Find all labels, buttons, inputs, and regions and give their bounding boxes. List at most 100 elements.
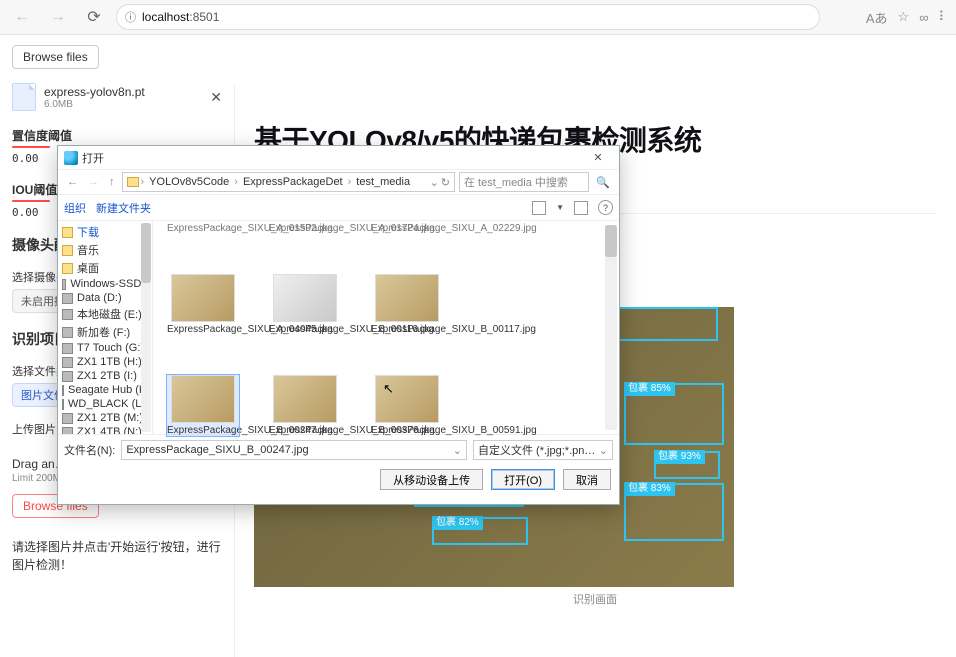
thumbnail-label: ExpressPackage_SIXU_A_01724.jpg	[269, 223, 341, 234]
thumbnail-image	[273, 375, 337, 423]
browse-button-top[interactable]: Browse files	[12, 45, 99, 69]
thumbnail-image	[171, 274, 235, 322]
crumb-2[interactable]: test_media	[353, 176, 413, 188]
tree-label: Seagate Hub (K:	[68, 384, 149, 396]
conf-heading: 置信度阈值	[12, 127, 222, 144]
file-thumbnail[interactable]: ExpressPackage_SIXU_B_00376.jpg	[269, 375, 341, 436]
path-forward-icon[interactable]: →	[85, 176, 102, 188]
thumbnail-label: ExpressPackage_SIXU_A_04045.jpg	[167, 324, 239, 335]
tree-label: 下载	[77, 224, 99, 240]
url-host: localhost	[142, 10, 189, 24]
tree-node[interactable]: T7 Touch (G:)	[60, 341, 150, 355]
tree-node[interactable]: Data (D:)	[60, 291, 150, 305]
tree-label: WD_BLACK (L:)	[68, 398, 148, 410]
info-icon: ⓘ	[125, 9, 136, 25]
filename-input[interactable]: ExpressPackage_SIXU_B_00247.jpg ⌄	[121, 440, 467, 460]
refresh-icon[interactable]: ⟳	[80, 3, 108, 31]
file-thumbnail[interactable]: ExpressPackage_SIXU_B_00591.jpg	[371, 375, 443, 436]
file-thumbnail[interactable]: ExpressPackage_SIXU_B_00247.jpg	[167, 375, 239, 436]
infinity-icon[interactable]: ∞	[919, 10, 928, 25]
drive-icon	[62, 385, 64, 396]
view-icon[interactable]	[532, 201, 546, 215]
dialog-icon	[64, 151, 78, 165]
thumbnail-image	[171, 375, 235, 423]
tree-node[interactable]: Seagate Hub (K:	[60, 383, 150, 397]
folder-tree[interactable]: 下载音乐桌面 Windows-SSD ( Data (D:) 本地磁盘 (E:)新加卷…	[58, 221, 153, 434]
remove-file-icon[interactable]: ✕	[210, 89, 222, 106]
back-icon[interactable]: ←	[8, 3, 36, 31]
forward-icon[interactable]: →	[44, 3, 72, 31]
tree-label: ZX1 4TB (N:)	[77, 426, 142, 434]
reader-icon[interactable]: Aあ	[866, 8, 888, 27]
thumbnail-image	[375, 274, 439, 322]
tree-node[interactable]: ZX1 1TB (H:)	[60, 355, 150, 369]
open-button[interactable]: 打开(O)	[491, 469, 555, 490]
tree-node[interactable]: WD_BLACK (L:)	[60, 397, 150, 411]
file-thumbnail[interactable]: ExpressPackage_SIXU_A_01724.jpg	[269, 223, 341, 234]
toolbar-organize[interactable]: 组织	[64, 200, 86, 216]
filename-value: ExpressPackage_SIXU_B_00247.jpg	[126, 444, 308, 456]
url-bar[interactable]: ⓘ localhost:8501	[116, 4, 820, 30]
folder-icon	[62, 227, 73, 238]
dialog-title: 打开	[82, 150, 104, 166]
toolbar-new-folder[interactable]: 新建文件夹	[96, 200, 151, 216]
file-thumbnail[interactable]: ExpressPackage_SIXU_B_00117.jpg	[371, 274, 443, 335]
thumbnail-label: ExpressPackage_SIXU_A_01592.jpg	[167, 223, 239, 234]
drive-icon	[62, 371, 73, 382]
preview-icon[interactable]	[574, 201, 588, 215]
tree-label: Data (D:)	[77, 292, 122, 304]
cancel-button[interactable]: 取消	[563, 469, 611, 490]
iou-slider[interactable]	[12, 200, 50, 202]
file-thumbnail[interactable]: ExpressPackage_SIXU_A_02229.jpg	[371, 223, 443, 234]
drive-icon	[62, 279, 66, 290]
breadcrumb[interactable]: › YOLOv8v5Code› ExpressPackageDet› test_…	[122, 172, 456, 192]
dialog-close-icon[interactable]: ✕	[583, 151, 613, 164]
tree-label: Windows-SSD (	[70, 278, 148, 290]
tree-node[interactable]: 桌面	[60, 259, 150, 277]
drive-icon	[62, 427, 73, 435]
detection-label: 包裹 93%	[654, 450, 705, 464]
thumbnail-label: ExpressPackage_SIXU_B_00591.jpg	[371, 425, 443, 436]
tree-label: T7 Touch (G:)	[77, 342, 144, 354]
file-thumbnail[interactable]: ExpressPackage_SIXU_B_00116.jpg	[269, 274, 341, 335]
tree-node[interactable]: 音乐	[60, 241, 150, 259]
favorite-icon[interactable]: ☆	[898, 9, 910, 25]
file-thumbnail[interactable]: ExpressPackage_SIXU_A_01592.jpg	[167, 223, 239, 234]
tree-label: ZX1 1TB (H:)	[77, 356, 142, 368]
filter-select[interactable]: 自定义文件 (*.jpg;*.png;*.jpeg ⌄	[473, 440, 613, 460]
path-up-icon[interactable]: ↑	[106, 176, 118, 188]
thumbnail-label: ExpressPackage_SIXU_B_00376.jpg	[269, 425, 341, 436]
crumb-0[interactable]: YOLOv8v5Code	[146, 176, 232, 188]
drive-icon	[62, 309, 73, 320]
path-back-icon[interactable]: ←	[64, 176, 81, 188]
tree-label: ZX1 2TB (M:)	[77, 412, 143, 424]
folder-icon	[127, 177, 139, 187]
mobile-upload-button[interactable]: 从移动设备上传	[380, 469, 483, 490]
search-icon[interactable]: 🔍	[593, 176, 613, 189]
tree-node[interactable]: Windows-SSD (	[60, 277, 150, 291]
help-icon[interactable]: ?	[598, 200, 613, 215]
tree-node[interactable]: 新加卷 (F:)	[60, 323, 150, 341]
tree-node[interactable]: 本地磁盘 (E:)	[60, 305, 150, 323]
filter-value: 自定义文件 (*.jpg;*.png;*.jpeg	[478, 442, 596, 458]
file-thumbnail[interactable]: ExpressPackage_SIXU_A_04045.jpg	[167, 274, 239, 335]
browser-toolbar: ← → ⟳ ⓘ localhost:8501 Aあ ☆ ∞ ⠇	[0, 0, 956, 35]
conf-slider[interactable]	[12, 146, 50, 148]
tree-scroll-thumb[interactable]	[141, 223, 151, 283]
thumbnail-label: ExpressPackage_SIXU_B_00116.jpg	[269, 324, 341, 335]
tree-label: 桌面	[77, 260, 99, 276]
files-scroll-thumb[interactable]	[605, 225, 617, 257]
url-port: :8501	[189, 10, 219, 24]
file-grid[interactable]: ExpressPackage_SIXU_A_01592.jpg ExpressPa…	[153, 221, 619, 434]
tree-node[interactable]: ZX1 2TB (M:)	[60, 411, 150, 425]
dialog-search-input[interactable]: 在 test_media 中搜索	[459, 172, 589, 192]
sidebar-note: 请选择图片并点击'开始运行'按钮，进行图片检测！	[12, 538, 222, 574]
tree-node[interactable]: 下载	[60, 223, 150, 241]
tree-node[interactable]: ZX1 2TB (I:)	[60, 369, 150, 383]
crumb-1[interactable]: ExpressPackageDet	[240, 176, 346, 188]
tree-label: 本地磁盘 (E:)	[77, 306, 142, 322]
drive-icon	[62, 293, 73, 304]
detection-label: 包裹 82%	[432, 516, 483, 530]
menu-icon[interactable]: ⠇	[938, 9, 948, 25]
tree-node[interactable]: ZX1 4TB (N:)	[60, 425, 150, 434]
